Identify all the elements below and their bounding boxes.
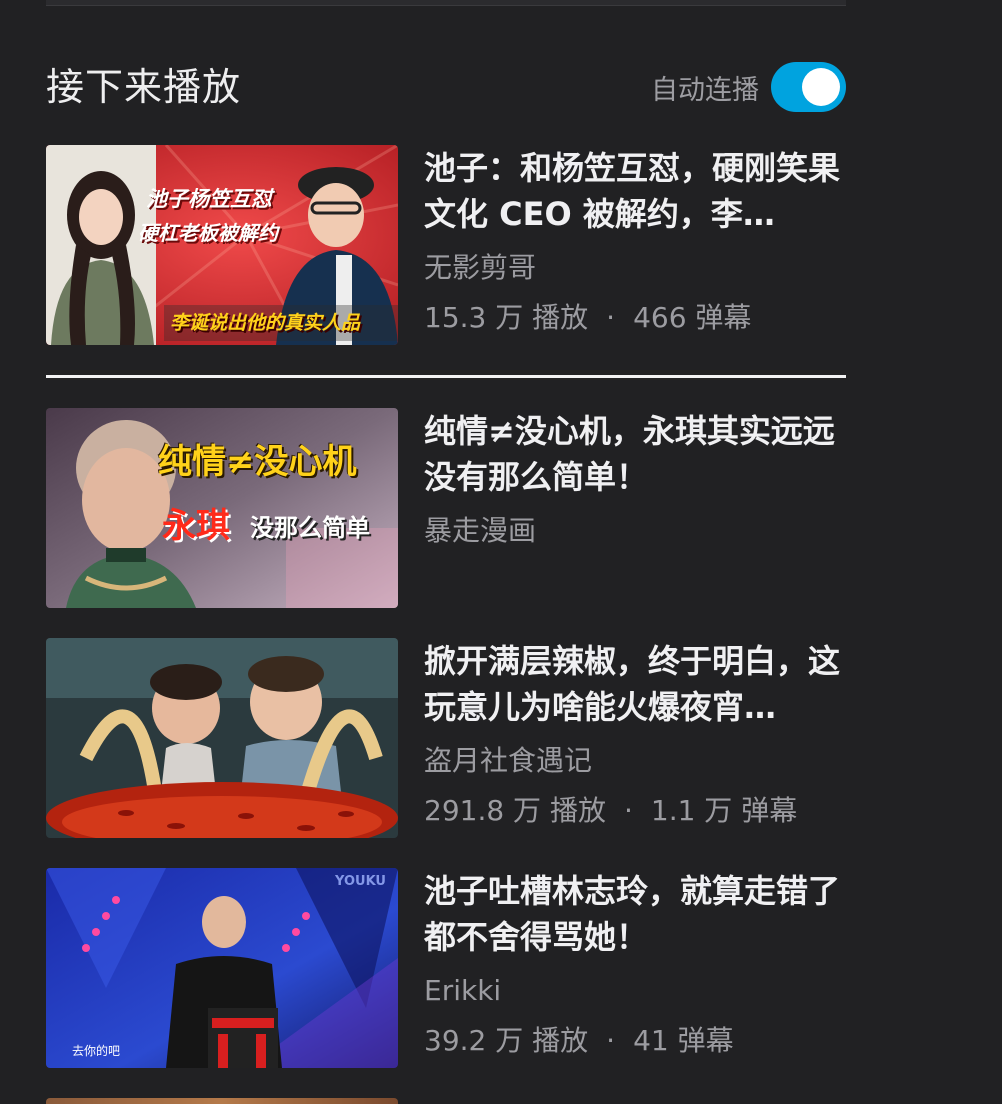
thumbnail-caption: 永琪 [162,506,230,546]
uploader-name[interactable]: 无影剪哥 [424,250,846,286]
thumbnail-caption: 没那么简单 [250,514,370,542]
video-stats: 39.2 万 播放 · 41 弹幕 [424,1023,846,1059]
next-video-thumbnail-partial[interactable] [46,1098,398,1104]
previous-section-edge [46,0,846,6]
video-title[interactable]: 池子吐槽林志玲，就算走错了都不舍得骂她！ [424,868,846,960]
watermark-logo: YOUKU [335,874,386,889]
video-item[interactable]: 掀开满层辣椒，终于明白，这玩意儿为啥能火爆夜宵… 盗月社食遇记 291.8 万 … [46,638,846,838]
video-item[interactable]: YOUKU 去你的吧 池子吐槽林志玲，就算走错了都不舍得骂她！ Erikki 3… [46,868,846,1068]
thumbnail-image [46,638,398,838]
video-item[interactable]: 纯情≠没心机 永琪 没那么简单 纯情≠没心机，永琪其实远远没有那么简单！ 暴走漫… [46,408,846,608]
thumbnail-image [46,868,398,1068]
toggle-knob [802,68,840,106]
video-title[interactable]: 掀开满层辣椒，终于明白，这玩意儿为啥能火爆夜宵… [424,638,846,730]
play-count: 39.2 万 播放 [424,1024,589,1057]
play-count: 291.8 万 播放 [424,794,606,827]
video-title[interactable]: 纯情≠没心机，永琪其实远远没有那么简单！ [424,408,846,500]
up-next-panel: 接下来播放 自动连播 池子杨笠互怼 硬杠老板被解约 李诞说出他的真实人品 池子：… [0,0,1002,1104]
list-divider [46,375,846,378]
separator-dot: · [606,1024,616,1057]
danmaku-count: 466 弹幕 [633,301,752,334]
video-info: 池子吐槽林志玲，就算走错了都不舍得骂她！ Erikki 39.2 万 播放 · 41… [424,868,846,1059]
thumbnail-caption: 硬杠老板被解约 [138,221,278,245]
danmaku-count: 41 弹幕 [633,1024,734,1057]
play-count: 15.3 万 播放 [424,301,589,334]
separator-dot: · [623,794,633,827]
video-info: 掀开满层辣椒，终于明白，这玩意儿为啥能火爆夜宵… 盗月社食遇记 291.8 万 … [424,638,846,829]
autoplay-label: 自动连播 [651,74,759,106]
subtitle-caption: 去你的吧 [72,1044,121,1058]
video-stats: 15.3 万 播放 · 466 弹幕 [424,300,846,336]
video-info: 纯情≠没心机，永琪其实远远没有那么简单！ 暴走漫画 [424,408,846,549]
video-thumbnail[interactable]: YOUKU 去你的吧 [46,868,398,1068]
uploader-name[interactable]: Erikki [424,973,846,1009]
video-title[interactable]: 池子：和杨笠互怼，硬刚笑果文化 CEO 被解约，李… [424,145,846,237]
autoplay-control: 自动连播 [651,62,846,112]
thumbnail-caption: 纯情≠没心机 [158,442,357,482]
thumbnail-caption: 李诞说出他的真实人品 [170,312,361,334]
video-info: 池子：和杨笠互怼，硬刚笑果文化 CEO 被解约，李… 无影剪哥 15.3 万 播… [424,145,846,336]
video-thumbnail[interactable]: 纯情≠没心机 永琪 没那么简单 [46,408,398,608]
video-thumbnail[interactable] [46,638,398,838]
uploader-name[interactable]: 暴走漫画 [424,513,846,549]
separator-dot: · [606,301,616,334]
autoplay-toggle[interactable] [771,62,846,112]
danmaku-count: 1.1 万 弹幕 [650,794,798,827]
up-next-header: 接下来播放 自动连播 [46,60,846,114]
thumbnail-caption: 池子杨笠互怼 [146,187,272,211]
video-stats: 291.8 万 播放 · 1.1 万 弹幕 [424,793,846,829]
video-item[interactable]: 池子杨笠互怼 硬杠老板被解约 李诞说出他的真实人品 池子：和杨笠互怼，硬刚笑果文… [46,145,846,345]
section-title: 接下来播放 [46,65,242,109]
video-thumbnail[interactable]: 池子杨笠互怼 硬杠老板被解约 李诞说出他的真实人品 [46,145,398,345]
uploader-name[interactable]: 盗月社食遇记 [424,743,846,779]
